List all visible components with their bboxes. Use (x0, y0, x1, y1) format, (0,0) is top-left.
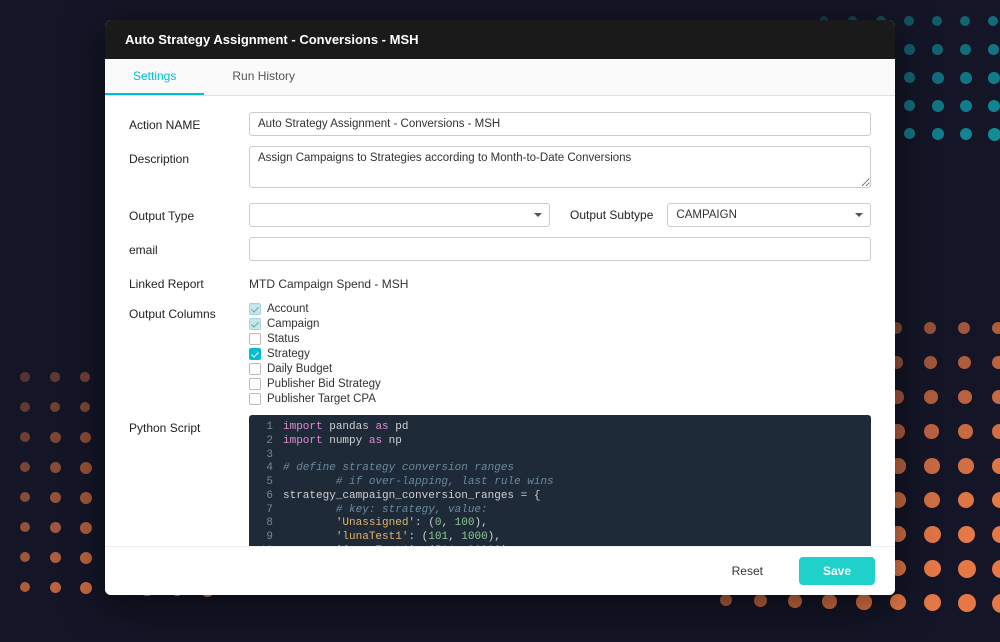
checkbox[interactable] (249, 393, 261, 405)
modal-header: Auto Strategy Assignment - Conversions -… (105, 20, 895, 59)
output-subtype-select[interactable]: CAMPAIGN (667, 203, 871, 227)
modal-footer: Reset Save (105, 546, 895, 595)
description-input[interactable]: Assign Campaigns to Strategies according… (249, 146, 871, 188)
label-output-subtype: Output Subtype (570, 208, 653, 222)
save-button[interactable]: Save (799, 557, 875, 585)
checkbox-label: Account (267, 303, 309, 315)
output-column-item: Status (249, 333, 871, 345)
tab-settings[interactable]: Settings (105, 59, 204, 95)
label-python-script: Python Script (129, 415, 249, 435)
label-output-type: Output Type (129, 203, 249, 223)
modal-title: Auto Strategy Assignment - Conversions -… (125, 32, 419, 47)
checkbox[interactable] (249, 363, 261, 375)
tab-run-history[interactable]: Run History (204, 59, 323, 95)
output-column-item: Publisher Target CPA (249, 393, 871, 405)
output-column-item: Campaign (249, 318, 871, 330)
checkbox-label: Campaign (267, 318, 319, 330)
output-column-item: Account (249, 303, 871, 315)
label-linked-report: Linked Report (129, 271, 249, 291)
checkbox-label: Strategy (267, 348, 310, 360)
output-type-select[interactable] (249, 203, 550, 227)
modal-dialog: Auto Strategy Assignment - Conversions -… (105, 20, 895, 595)
reset-button[interactable]: Reset (708, 557, 787, 585)
checkbox[interactable] (249, 333, 261, 345)
email-input[interactable] (249, 237, 871, 261)
label-output-columns: Output Columns (129, 301, 249, 321)
checkbox-label: Daily Budget (267, 363, 332, 375)
checkbox[interactable] (249, 378, 261, 390)
output-column-item: Publisher Bid Strategy (249, 378, 871, 390)
label-description: Description (129, 146, 249, 166)
checkbox-label: Publisher Target CPA (267, 393, 376, 405)
label-action-name: Action NAME (129, 112, 249, 132)
form-body: Action NAME Description Assign Campaigns… (105, 96, 895, 546)
output-column-item: Daily Budget (249, 363, 871, 375)
checkbox-label: Publisher Bid Strategy (267, 378, 381, 390)
output-column-item: Strategy (249, 348, 871, 360)
action-name-input[interactable] (249, 112, 871, 136)
checkbox (249, 303, 261, 315)
linked-report-value: MTD Campaign Spend - MSH (249, 271, 871, 291)
checkbox (249, 318, 261, 330)
label-email: email (129, 237, 249, 257)
checkbox[interactable] (249, 348, 261, 360)
tabs: Settings Run History (105, 59, 895, 96)
checkbox-label: Status (267, 333, 300, 345)
python-script-editor[interactable]: 1import pandas as pd2import numpy as np3… (249, 415, 871, 546)
output-columns-list: Account Campaign Status Strategy Daily Budge… (249, 301, 871, 405)
